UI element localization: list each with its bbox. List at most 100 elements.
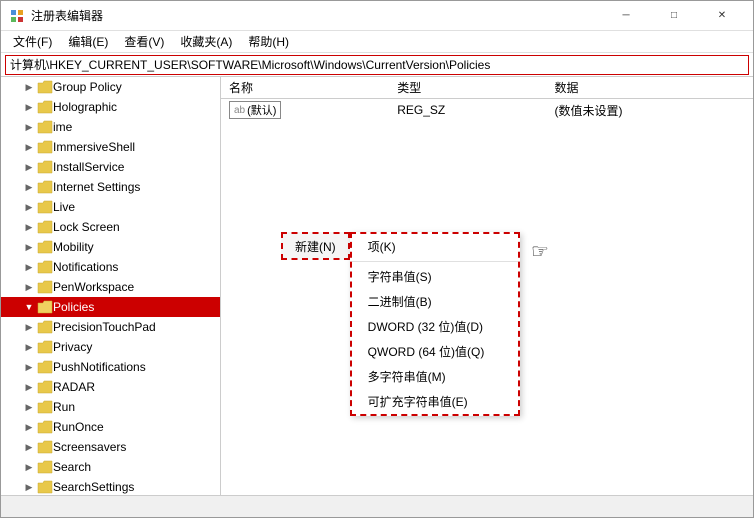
tree-label: Mobility	[53, 240, 94, 254]
expand-arrow: ▶	[21, 339, 37, 355]
main-content: ▶ Group Policy ▶ Holographic ▶ ime ▶ Imm…	[1, 77, 753, 495]
menu-bar: 文件(F) 编辑(E) 查看(V) 收藏夹(A) 帮助(H)	[1, 31, 753, 53]
expand-arrow: ▶	[21, 319, 37, 335]
col-header-type: 类型	[389, 77, 546, 99]
context-menu-divider	[352, 261, 518, 262]
tree-item-mobility[interactable]: ▶ Mobility	[1, 237, 220, 257]
context-menu-item-qword[interactable]: QWORD (64 位)值(Q)	[352, 339, 518, 364]
expand-arrow: ▶	[21, 239, 37, 255]
tree-label: Notifications	[53, 260, 118, 274]
context-menu-item-key[interactable]: 项(K)	[352, 234, 518, 259]
tree-label: PushNotifications	[53, 360, 146, 374]
context-menu-item-multi[interactable]: 多字符串值(M)	[352, 364, 518, 389]
context-menu-item-string[interactable]: 字符串值(S)	[352, 264, 518, 289]
tree-item-radar[interactable]: ▶ RADAR	[1, 377, 220, 397]
tree-item-lock-screen[interactable]: ▶ Lock Screen	[1, 217, 220, 237]
window-title: 注册表编辑器	[31, 7, 603, 24]
tree-label: PenWorkspace	[53, 280, 134, 294]
folder-icon	[37, 300, 53, 314]
context-area: 新建(N) 项(K) 字符串值(S) 二进制值(B) DWORD (32 位)值…	[281, 232, 520, 416]
tree-item-push-notifications[interactable]: ▶ PushNotifications	[1, 357, 220, 377]
context-menu-item-expand[interactable]: 可扩充字符串值(E)	[352, 389, 518, 414]
expand-arrow: ▼	[21, 299, 37, 315]
tree-item-notifications[interactable]: ▶ Notifications	[1, 257, 220, 277]
folder-icon	[37, 240, 53, 254]
expand-arrow: ▶	[21, 259, 37, 275]
col-header-name: 名称	[221, 77, 389, 99]
tree-item-run-once[interactable]: ▶ RunOnce	[1, 417, 220, 437]
registry-editor-window: 注册表编辑器 ─ □ ✕ 文件(F) 编辑(E) 查看(V) 收藏夹(A) 帮助…	[0, 0, 754, 518]
expand-arrow: ▶	[21, 459, 37, 475]
expand-arrow: ▶	[21, 119, 37, 135]
menu-file[interactable]: 文件(F)	[5, 31, 60, 52]
minimize-button[interactable]: ─	[603, 1, 649, 31]
expand-arrow: ▶	[21, 199, 37, 215]
expand-arrow: ▶	[21, 399, 37, 415]
tree-label: ImmersiveShell	[53, 140, 135, 154]
tree-item-ime[interactable]: ▶ ime	[1, 117, 220, 137]
expand-arrow: ▶	[21, 359, 37, 375]
folder-icon	[37, 280, 53, 294]
expand-arrow: ▶	[21, 379, 37, 395]
expand-arrow: ▶	[21, 479, 37, 495]
tree-item-holographic[interactable]: ▶ Holographic	[1, 97, 220, 117]
tree-item-internet-settings[interactable]: ▶ Internet Settings	[1, 177, 220, 197]
window-controls: ─ □ ✕	[603, 1, 745, 31]
ab-icon: ab	[234, 105, 245, 116]
expand-arrow: ▶	[21, 279, 37, 295]
tree-item-precision-touchpad[interactable]: ▶ PrecisionTouchPad	[1, 317, 220, 337]
menu-edit[interactable]: 编辑(E)	[60, 31, 116, 52]
tree-item-search-settings[interactable]: ▶ SearchSettings	[1, 477, 220, 495]
tree-label: InstallService	[53, 160, 124, 174]
tree-item-immersive-shell[interactable]: ▶ ImmersiveShell	[1, 137, 220, 157]
tree-label: Internet Settings	[53, 180, 140, 194]
table-row: ab (默认) REG_SZ (数值未设置)	[221, 99, 753, 122]
value-name: ab (默认)	[221, 99, 389, 122]
tree-item-screensavers[interactable]: ▶ Screensavers	[1, 437, 220, 457]
address-bar: 计算机\HKEY_CURRENT_USER\SOFTWARE\Microsoft…	[1, 53, 753, 77]
folder-icon	[37, 180, 53, 194]
mouse-cursor: ☞	[531, 239, 549, 264]
value-type: REG_SZ	[389, 99, 546, 122]
tree-label: RunOnce	[53, 420, 104, 434]
tree-item-run[interactable]: ▶ Run	[1, 397, 220, 417]
tree-item-live[interactable]: ▶ Live	[1, 197, 220, 217]
menu-help[interactable]: 帮助(H)	[240, 31, 297, 52]
tree-label: ime	[53, 120, 72, 134]
context-menu: 项(K) 字符串值(S) 二进制值(B) DWORD (32 位)值(D) QW…	[350, 232, 520, 416]
tree-item-privacy[interactable]: ▶ Privacy	[1, 337, 220, 357]
value-data: (数值未设置)	[547, 99, 753, 122]
tree-label: Search	[53, 460, 91, 474]
address-path[interactable]: 计算机\HKEY_CURRENT_USER\SOFTWARE\Microsoft…	[5, 55, 749, 75]
menu-view[interactable]: 查看(V)	[116, 31, 172, 52]
tree-label: Privacy	[53, 340, 92, 354]
tree-label: Live	[53, 200, 75, 214]
folder-icon	[37, 140, 53, 154]
expand-arrow: ▶	[21, 159, 37, 175]
folder-icon	[37, 340, 53, 354]
new-button[interactable]: 新建(N)	[281, 232, 350, 260]
tree-label: Policies	[53, 300, 94, 314]
tree-label: Group Policy	[53, 80, 122, 94]
tree-pane: ▶ Group Policy ▶ Holographic ▶ ime ▶ Imm…	[1, 77, 221, 495]
tree-label: PrecisionTouchPad	[53, 320, 156, 334]
registry-table: 名称 类型 数据 ab (默认) REG_SZ	[221, 77, 753, 121]
menu-favorites[interactable]: 收藏夹(A)	[172, 31, 240, 52]
context-menu-item-dword[interactable]: DWORD (32 位)值(D)	[352, 314, 518, 339]
tree-label: Lock Screen	[53, 220, 120, 234]
close-button[interactable]: ✕	[699, 1, 745, 31]
context-menu-item-binary[interactable]: 二进制值(B)	[352, 289, 518, 314]
tree-label: SearchSettings	[53, 480, 134, 494]
expand-arrow: ▶	[21, 139, 37, 155]
default-value-badge: ab (默认)	[229, 101, 281, 119]
tree-item-penworkspace[interactable]: ▶ PenWorkspace	[1, 277, 220, 297]
tree-item-search[interactable]: ▶ Search	[1, 457, 220, 477]
tree-item-group-policy[interactable]: ▶ Group Policy	[1, 77, 220, 97]
expand-arrow: ▶	[21, 79, 37, 95]
tree-item-install-service[interactable]: ▶ InstallService	[1, 157, 220, 177]
tree-item-policies[interactable]: ▼ Policies	[1, 297, 220, 317]
folder-icon	[37, 380, 53, 394]
expand-arrow: ▶	[21, 179, 37, 195]
tree-label: Holographic	[53, 100, 117, 114]
maximize-button[interactable]: □	[651, 1, 697, 31]
